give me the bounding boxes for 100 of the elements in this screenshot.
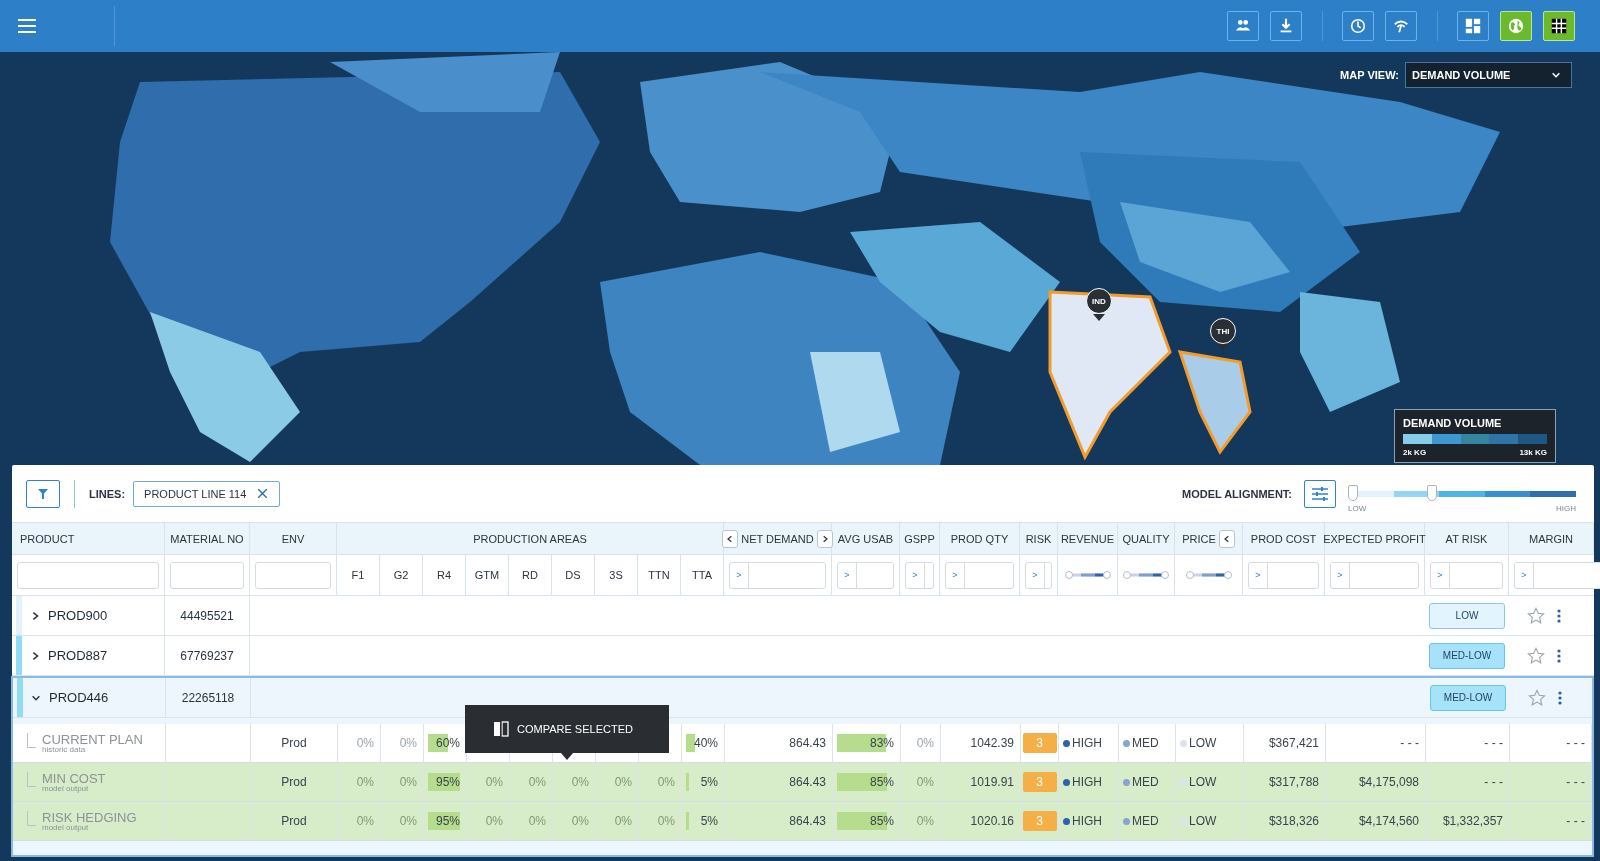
risk-badge: 3: [1022, 733, 1057, 753]
table-cell: 0%: [916, 775, 934, 789]
plan-note: model output: [42, 823, 90, 832]
table-cell: - - -: [1566, 814, 1585, 828]
plan-row[interactable]: RISK HEDGING model output Prod 0% 0% 95% 0% 0% 0% 0% 0% 5% 864.43 85% 0% 1020.16 3 HIGH MED LOW $318,326 $4,174,560 $1,332,357 - - -: [13, 802, 1592, 841]
rating-label: MED: [1132, 814, 1159, 828]
filter-field[interactable]: >: [729, 561, 826, 589]
product-name[interactable]: PROD900: [48, 608, 108, 623]
map-view-dropdown[interactable]: DEMAND VOLUME: [1405, 62, 1572, 88]
table-cell: 0%: [571, 775, 589, 789]
risk-badge: LOW: [1429, 602, 1505, 629]
rating-label: MED: [1132, 736, 1159, 750]
slider-thumb[interactable]: [1427, 484, 1438, 501]
filter-field[interactable]: >: [1025, 561, 1052, 589]
more-icon[interactable]: [1557, 608, 1561, 623]
table-cell: 1020.16: [970, 814, 1014, 828]
rating-label: LOW: [1189, 736, 1217, 750]
filter-field[interactable]: >: [945, 561, 1014, 589]
table-cell: $1,332,357: [1442, 814, 1503, 828]
menu-icon[interactable]: [18, 19, 36, 33]
column-header: R4: [436, 569, 452, 581]
filter-field[interactable]: >: [1514, 561, 1600, 589]
table-cell: 864.43: [789, 814, 826, 828]
more-icon[interactable]: [1558, 690, 1562, 705]
column-header: PRICE: [1182, 532, 1216, 545]
table-cell: 0%: [916, 814, 934, 828]
filter-field[interactable]: [17, 561, 159, 589]
table-cell: $317,788: [1268, 775, 1319, 789]
filter-field[interactable]: >: [1248, 561, 1319, 589]
range-slider[interactable]: [1123, 570, 1169, 580]
star-icon[interactable]: [1527, 606, 1545, 625]
table-cell: $4,174,560: [1358, 814, 1419, 828]
table-cell: 0%: [399, 814, 417, 828]
table-cell: 0%: [356, 814, 374, 828]
filter-field[interactable]: >: [1330, 561, 1419, 589]
column-header: RD: [522, 569, 538, 581]
more-icon[interactable]: [1557, 648, 1561, 663]
table-cell: 1019.91: [970, 775, 1014, 789]
column-header: REVENUE: [1060, 532, 1115, 545]
column-header: GSPP: [904, 532, 935, 545]
table-cell: 0%: [916, 736, 934, 750]
table-cell: Prod: [281, 814, 307, 828]
table-cell: 1042.39: [970, 736, 1014, 750]
table-cell: - - -: [1484, 775, 1503, 789]
column-header: ENV: [281, 532, 305, 545]
legend-label: 13k KG: [1519, 448, 1547, 457]
close-icon[interactable]: [258, 489, 268, 498]
product-name[interactable]: PROD446: [49, 690, 109, 705]
column-header: AVG USAB: [837, 532, 894, 545]
table-cell: $318,326: [1268, 814, 1319, 828]
table-cell: 0%: [657, 814, 675, 828]
tooltip-pointer: [561, 753, 573, 760]
filter-field[interactable]: >: [837, 561, 894, 589]
rating-label: HIGH: [1072, 736, 1102, 750]
range-slider[interactable]: [1185, 570, 1232, 580]
scroll-left-button[interactable]: [722, 529, 739, 548]
slider-label: HIGH: [1556, 503, 1576, 513]
compare-icon: [493, 721, 509, 737]
table-cell: 95%: [435, 814, 460, 828]
table-cell: 67769237: [180, 648, 234, 663]
table-cell: 0%: [356, 736, 374, 750]
table-cell: 60%: [435, 736, 460, 750]
risk-badge: 3: [1022, 772, 1057, 792]
expand-icon: [30, 650, 40, 661]
product-name[interactable]: PROD887: [48, 648, 108, 663]
filter-field[interactable]: >: [905, 561, 934, 589]
filter-chip[interactable]: PRODUCT LINE 114: [133, 480, 281, 507]
table-cell: Prod: [281, 775, 307, 789]
table-cell: 0%: [614, 814, 632, 828]
tree-line: [27, 771, 36, 787]
risk-badge: MED-LOW: [1429, 642, 1505, 669]
scroll-right-button[interactable]: [816, 529, 833, 548]
compare-tooltip[interactable]: COMPARE SELECTED: [465, 705, 669, 753]
filter-field[interactable]: >: [1430, 561, 1503, 589]
filter-button[interactable]: [26, 479, 60, 508]
plan-row[interactable]: MIN COST model output Prod 0% 0% 95% 0% 0% 0% 0% 0% 5% 864.43 85% 0% 1019.91 3 HIGH MED LOW $317,788 $4,175,098 - - - - - -: [13, 763, 1592, 802]
table-cell: 0%: [485, 775, 503, 789]
table-cell: $4,175,098: [1358, 775, 1419, 789]
filter-field[interactable]: [255, 561, 331, 589]
table-cell: 0%: [614, 775, 632, 789]
range-slider[interactable]: [1064, 570, 1111, 580]
column-header: 3S: [609, 569, 623, 581]
column-header: DS: [565, 569, 581, 581]
settings-button[interactable]: [1304, 479, 1336, 508]
table-cell: 0%: [399, 775, 417, 789]
column-header: MATERIAL NO: [170, 532, 244, 545]
star-icon[interactable]: [1527, 646, 1545, 665]
toolbar-button[interactable]: [1543, 11, 1575, 41]
column-header: TTA: [692, 569, 712, 581]
rating-label: HIGH: [1072, 814, 1102, 828]
rating-label: LOW: [1189, 775, 1217, 789]
risk-badge: MED-LOW: [1430, 684, 1506, 711]
column-header: NET DEMAND: [741, 532, 814, 545]
column-header: QUALITY: [1122, 532, 1170, 545]
star-icon[interactable]: [1528, 688, 1546, 707]
alignment-slider[interactable]: [1348, 484, 1576, 503]
filter-field[interactable]: [170, 561, 244, 589]
column-header: GTM: [474, 569, 500, 581]
scroll-left-button[interactable]: [1218, 529, 1235, 548]
column-header: PRODUCTION AREAS: [473, 532, 587, 545]
